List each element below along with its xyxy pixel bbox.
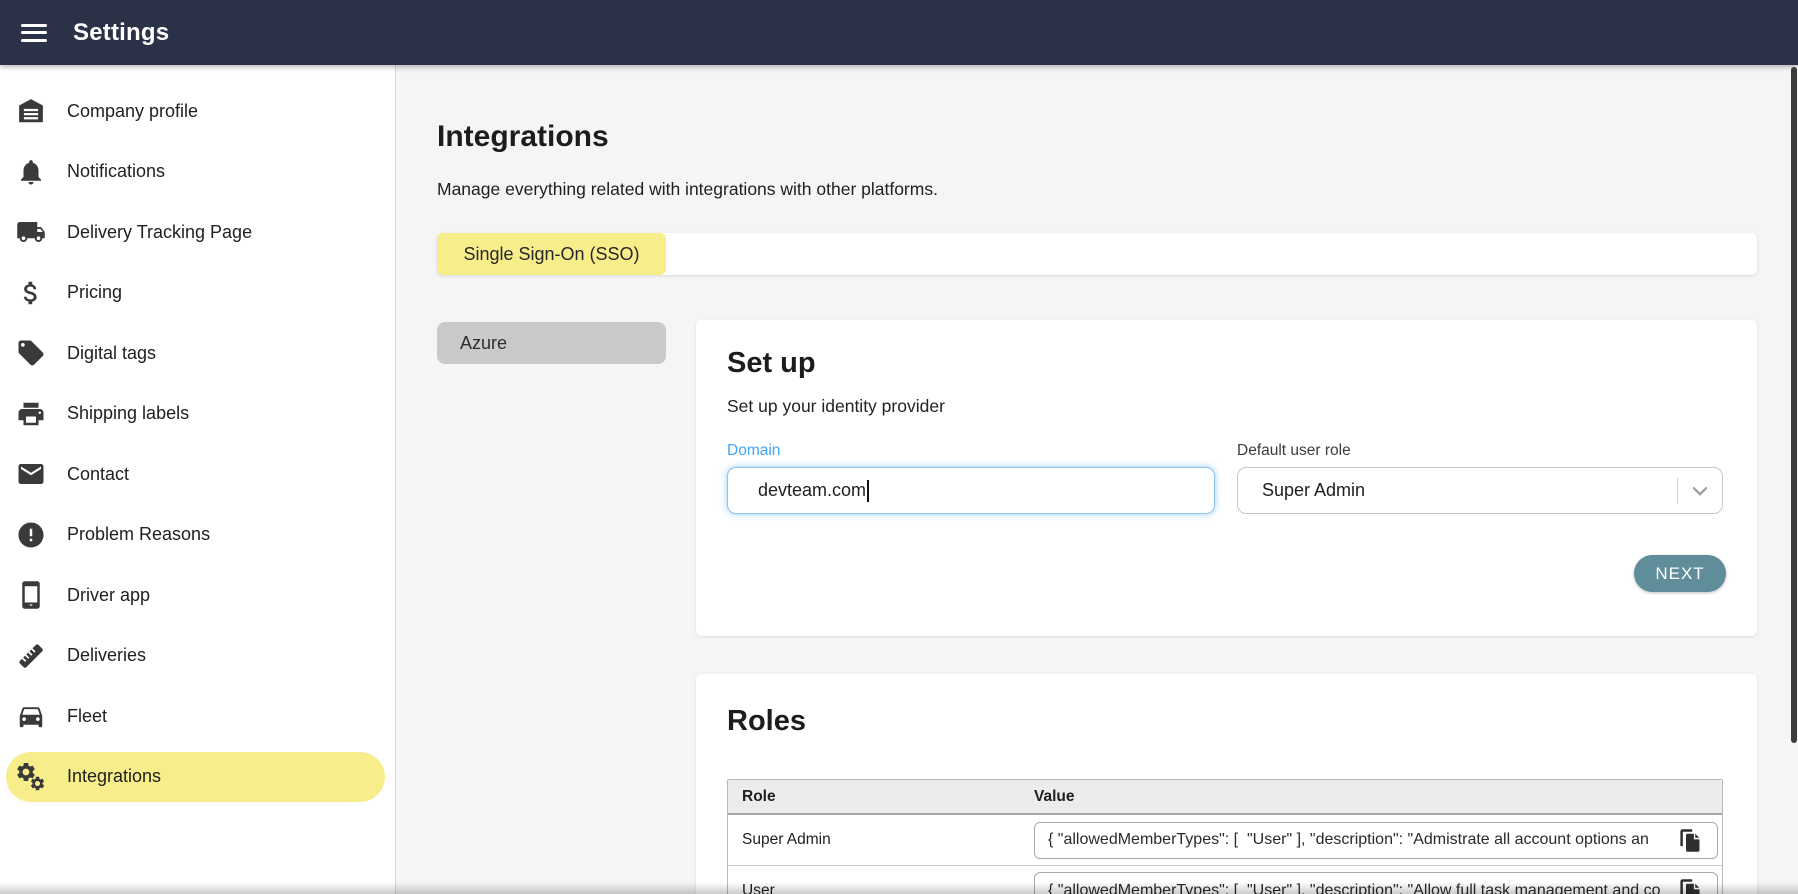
integrations-tab-bar: Single Sign-On (SSO) bbox=[437, 233, 1757, 275]
default-user-role-label: Default user role bbox=[1237, 441, 1723, 460]
copy-icon[interactable] bbox=[1677, 827, 1704, 854]
sidebar-item-driver-app[interactable]: Driver app bbox=[6, 570, 385, 620]
app-title: Settings bbox=[73, 19, 169, 47]
sidebar-item-deliveries[interactable]: Deliveries bbox=[6, 631, 385, 681]
domain-label: Domain bbox=[727, 441, 1215, 460]
role-name: User bbox=[728, 882, 1022, 894]
roles-card: Roles Role Value Super Admin { "allowedM… bbox=[696, 674, 1757, 894]
roles-table-header: Role Value bbox=[728, 780, 1722, 815]
role-value-field[interactable]: { "allowedMemberTypes": [ "User" ], "des… bbox=[1034, 822, 1718, 859]
sidebar-item-label: Delivery Tracking Page bbox=[67, 222, 252, 243]
default-user-role-select[interactable]: Super Admin bbox=[1237, 467, 1723, 514]
sidebar-item-delivery-tracking-page[interactable]: Delivery Tracking Page bbox=[6, 207, 385, 257]
sidebar-item-pricing[interactable]: Pricing bbox=[6, 268, 385, 318]
dollar-icon bbox=[15, 277, 47, 309]
main-content: Integrations Manage everything related w… bbox=[396, 65, 1798, 894]
select-divider bbox=[1677, 478, 1678, 504]
column-header-role: Role bbox=[728, 788, 1022, 806]
app-header: Settings bbox=[0, 0, 1798, 65]
next-button[interactable]: NEXT bbox=[1634, 555, 1726, 592]
chevron-down-icon bbox=[1687, 478, 1713, 504]
sidebar-item-contact[interactable]: Contact bbox=[6, 449, 385, 499]
ruler-icon bbox=[15, 640, 47, 672]
sidebar-item-label: Company profile bbox=[67, 101, 198, 122]
roles-title: Roles bbox=[727, 704, 1726, 738]
sidebar-item-shipping-labels[interactable]: Shipping labels bbox=[6, 389, 385, 439]
sidebar-item-integrations[interactable]: Integrations bbox=[6, 752, 385, 802]
menu-icon[interactable] bbox=[21, 24, 47, 42]
smartphone-icon bbox=[15, 579, 47, 611]
text-cursor bbox=[867, 480, 869, 502]
column-header-value: Value bbox=[1022, 788, 1722, 806]
bell-icon bbox=[15, 156, 47, 188]
default-user-role-value: Super Admin bbox=[1262, 480, 1677, 501]
error-icon bbox=[15, 519, 47, 551]
provider-azure-button[interactable]: Azure bbox=[437, 322, 666, 364]
sidebar-item-company-profile[interactable]: Company profile bbox=[6, 86, 385, 136]
sidebar-item-label: Shipping labels bbox=[67, 403, 189, 424]
table-row-super-admin: Super Admin { "allowedMemberTypes": [ "U… bbox=[728, 815, 1722, 865]
printer-icon bbox=[15, 398, 47, 430]
gears-icon bbox=[15, 761, 47, 793]
sidebar-item-label: Problem Reasons bbox=[67, 524, 210, 545]
copy-icon[interactable] bbox=[1677, 877, 1704, 894]
setup-subtitle: Set up your identity provider bbox=[727, 395, 1726, 417]
sidebar: Company profile Notifications Delivery T… bbox=[0, 65, 396, 894]
envelope-icon bbox=[15, 458, 47, 490]
sidebar-item-label: Deliveries bbox=[67, 645, 146, 666]
role-value-field[interactable]: { "allowedMemberTypes": [ "User" ], "des… bbox=[1034, 872, 1718, 894]
sidebar-item-label: Fleet bbox=[67, 706, 107, 727]
setup-card: Set up Set up your identity provider Dom… bbox=[696, 320, 1757, 636]
sidebar-item-label: Notifications bbox=[67, 161, 165, 182]
sidebar-item-notifications[interactable]: Notifications bbox=[6, 147, 385, 197]
domain-input-value: devteam.com bbox=[758, 480, 866, 501]
setup-title: Set up bbox=[727, 346, 1726, 380]
page-subtitle: Manage everything related with integrati… bbox=[437, 178, 1757, 200]
sidebar-item-digital-tags[interactable]: Digital tags bbox=[6, 328, 385, 378]
car-icon bbox=[15, 700, 47, 732]
domain-input[interactable]: devteam.com bbox=[727, 467, 1215, 514]
scrollbar-thumb[interactable] bbox=[1791, 67, 1797, 743]
role-value-text: { "allowedMemberTypes": [ "User" ], "des… bbox=[1048, 882, 1669, 894]
sidebar-item-fleet[interactable]: Fleet bbox=[6, 691, 385, 741]
warehouse-icon bbox=[15, 95, 47, 127]
sidebar-item-label: Integrations bbox=[67, 766, 161, 787]
roles-table: Role Value Super Admin { "allowedMemberT… bbox=[727, 779, 1723, 894]
sidebar-item-label: Driver app bbox=[67, 585, 150, 606]
sidebar-item-label: Contact bbox=[67, 464, 129, 485]
tab-single-sign-on[interactable]: Single Sign-On (SSO) bbox=[437, 233, 666, 275]
table-row-user: User { "allowedMemberTypes": [ "User" ],… bbox=[728, 865, 1722, 894]
page-title: Integrations bbox=[437, 119, 1757, 155]
sidebar-item-problem-reasons[interactable]: Problem Reasons bbox=[6, 510, 385, 560]
truck-icon bbox=[15, 216, 47, 248]
sidebar-item-label: Pricing bbox=[67, 282, 122, 303]
sidebar-item-label: Digital tags bbox=[67, 343, 156, 364]
role-value-text: { "allowedMemberTypes": [ "User" ], "des… bbox=[1048, 831, 1669, 849]
tag-icon bbox=[15, 337, 47, 369]
role-name: Super Admin bbox=[728, 831, 1022, 849]
